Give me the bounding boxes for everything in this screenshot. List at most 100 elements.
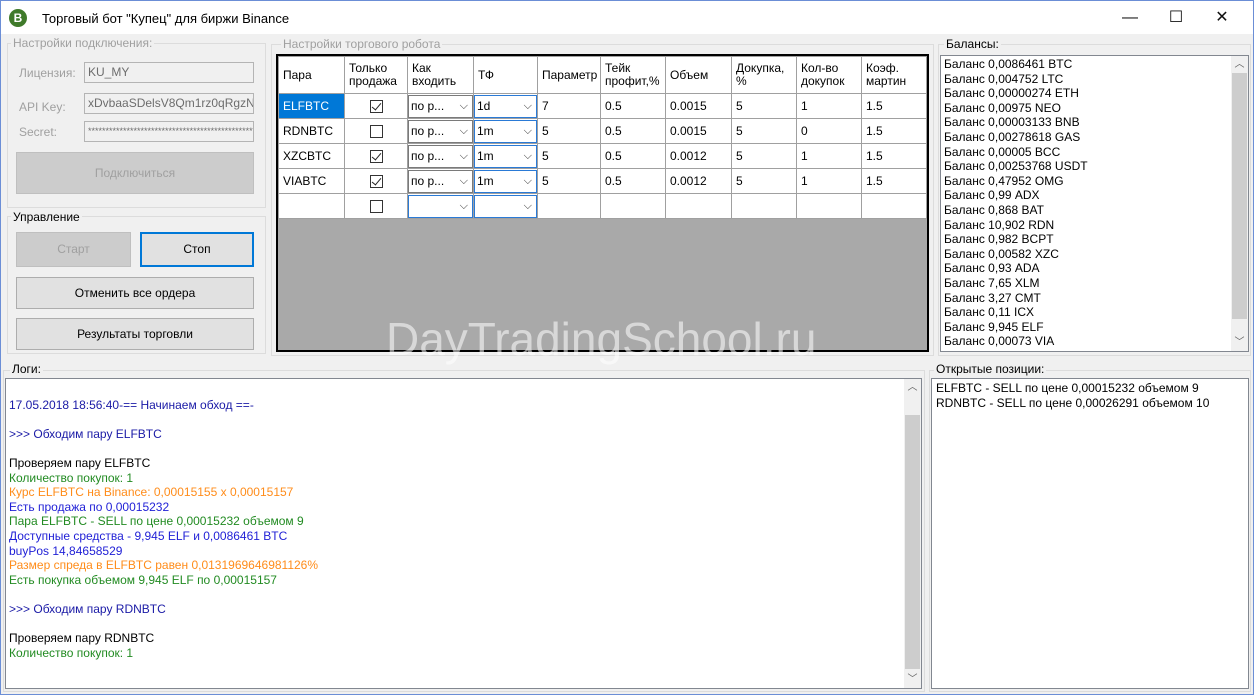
entry-mode-dropdown[interactable]: по р... ⌵ xyxy=(408,94,473,118)
cell-rebuy[interactable]: 5 xyxy=(731,143,797,169)
cell-volume[interactable]: 0.0012 xyxy=(665,143,732,169)
sell-only-checkbox[interactable] xyxy=(369,125,383,139)
cell-tf[interactable]: 1m ⌵ xyxy=(473,118,538,144)
cell-param[interactable] xyxy=(537,193,601,219)
list-item[interactable]: Баланс 0,982 BCPT xyxy=(941,232,1248,247)
table-row[interactable]: VIABTC по р... ⌵ 1m ⌵ 5 0.5 0.0012 5 1 1.5 xyxy=(278,168,927,194)
cell-volume[interactable]: 0.0015 xyxy=(665,118,732,144)
chevron-down-icon[interactable]: ⌵ xyxy=(460,121,468,142)
cell-rebuy-count[interactable] xyxy=(796,193,862,219)
scroll-down-arrow-icon[interactable]: ﹀ xyxy=(904,671,921,688)
list-item[interactable]: Баланс 0,00253768 USDT xyxy=(941,159,1248,174)
trading-results-button[interactable]: Результаты торговли xyxy=(16,318,254,350)
entry-mode-dropdown[interactable]: ⌵ xyxy=(408,194,473,218)
timeframe-dropdown[interactable]: 1m ⌵ xyxy=(474,119,537,143)
col-header-entry[interactable]: Как входить xyxy=(407,56,474,94)
cell-entry[interactable]: по р... ⌵ xyxy=(407,168,474,194)
list-item[interactable]: Баланс 0,0086461 BTC xyxy=(941,57,1248,72)
sell-only-checkbox[interactable] xyxy=(369,200,383,214)
close-button[interactable]: ✕ xyxy=(1199,1,1245,34)
chevron-down-icon[interactable]: ⌵ xyxy=(460,196,468,217)
list-item[interactable]: Баланс 7,65 XLM xyxy=(941,276,1248,291)
cell-take[interactable] xyxy=(600,193,666,219)
chevron-down-icon[interactable]: ⌵ xyxy=(524,146,532,167)
cell-take[interactable]: 0.5 xyxy=(600,118,666,144)
col-header-take-profit[interactable]: Тейк профит,% xyxy=(600,56,666,94)
maximize-button[interactable]: ☐ xyxy=(1153,1,1199,34)
col-header-volume[interactable]: Объем xyxy=(665,56,732,94)
cell-volume[interactable] xyxy=(665,193,732,219)
chevron-down-icon[interactable]: ⌵ xyxy=(524,121,532,142)
cell-volume[interactable]: 0.0015 xyxy=(665,93,732,119)
cell-pair[interactable]: ELFBTC xyxy=(278,93,345,119)
timeframe-dropdown[interactable]: 1d ⌵ xyxy=(474,94,537,118)
entry-mode-dropdown[interactable]: по р... ⌵ xyxy=(408,169,473,193)
list-item[interactable]: Баланс 0,11 ICX xyxy=(941,305,1248,320)
col-header-pair[interactable]: Пара xyxy=(278,56,345,94)
list-item[interactable]: Баланс 0,00073 VIA xyxy=(941,334,1248,349)
timeframe-dropdown[interactable]: ⌵ xyxy=(474,194,537,218)
list-item[interactable]: Баланс 0,004752 LTC xyxy=(941,72,1248,87)
cell-entry[interactable]: по р... ⌵ xyxy=(407,143,474,169)
cell-rebuy[interactable] xyxy=(731,193,797,219)
list-item[interactable]: Баланс 10,902 RDN xyxy=(941,218,1248,233)
entry-mode-dropdown[interactable]: по р... ⌵ xyxy=(408,119,473,143)
cell-martin[interactable]: 1.5 xyxy=(861,93,927,119)
cell-pair[interactable]: VIABTC xyxy=(278,168,345,194)
col-header-sell-only[interactable]: Только продажа xyxy=(344,56,408,94)
list-item[interactable]: Баланс 0,00975 NEO xyxy=(941,101,1248,116)
cell-rebuy-count[interactable]: 1 xyxy=(796,143,862,169)
list-item[interactable]: Баланс 0,00005 BCC xyxy=(941,145,1248,160)
cancel-orders-button[interactable]: Отменить все ордера xyxy=(16,277,254,309)
logs-scroll-thumb[interactable] xyxy=(905,415,920,669)
chevron-down-icon[interactable]: ⌵ xyxy=(460,96,468,117)
sell-only-checkbox[interactable] xyxy=(369,150,383,164)
cell-take[interactable]: 0.5 xyxy=(600,93,666,119)
logs-textbox[interactable]: 17.05.2018 18:56:40-== Начинаем обход ==… xyxy=(5,378,922,689)
cell-param[interactable]: 5 xyxy=(537,143,601,169)
cell-tf[interactable]: 1m ⌵ xyxy=(473,168,538,194)
cell-martin[interactable]: 1.5 xyxy=(861,118,927,144)
table-row[interactable]: RDNBTC по р... ⌵ 1m ⌵ 5 0.5 0.0015 5 0 1.5 xyxy=(278,118,927,144)
cell-pair[interactable]: RDNBTC xyxy=(278,118,345,144)
sell-only-checkbox[interactable] xyxy=(369,175,383,189)
timeframe-dropdown[interactable]: 1m ⌵ xyxy=(474,169,537,193)
cell-pair[interactable] xyxy=(278,193,345,219)
robot-settings-grid[interactable]: Пара Только продажа Как входить ТФ Парам… xyxy=(276,54,929,352)
col-header-martin[interactable]: Коэф. мартин xyxy=(861,56,927,94)
cell-take[interactable]: 0.5 xyxy=(600,168,666,194)
cell-tf[interactable]: ⌵ xyxy=(473,193,538,219)
list-item[interactable]: Баланс 3,27 CMT xyxy=(941,291,1248,306)
license-field[interactable]: KU_MY xyxy=(84,62,254,83)
cell-sell-only[interactable] xyxy=(344,168,408,194)
balances-scroll-thumb[interactable] xyxy=(1232,73,1247,319)
logs-scrollbar[interactable]: ︿ ﹀ xyxy=(904,379,921,688)
table-row[interactable]: ELFBTC по р... ⌵ 1d ⌵ 7 0.5 0.0015 5 1 1.5 xyxy=(278,93,927,119)
entry-mode-dropdown[interactable]: по р... ⌵ xyxy=(408,144,473,168)
balances-scrollbar[interactable]: ︿ ﹀ xyxy=(1231,56,1248,351)
cell-martin[interactable]: 1.5 xyxy=(861,168,927,194)
list-item[interactable]: Баланс 0,99 ADX xyxy=(941,188,1248,203)
connect-button[interactable]: Подключиться xyxy=(16,152,254,194)
scroll-down-arrow-icon[interactable]: ﹀ xyxy=(1231,334,1248,351)
col-header-param[interactable]: Параметр xyxy=(537,56,601,94)
cell-rebuy-count[interactable]: 1 xyxy=(796,168,862,194)
table-row[interactable]: ⌵ ⌵ xyxy=(278,193,927,219)
apikey-field[interactable]: xDvbaaSDelsV8Qm1rz0qRgzN xyxy=(84,93,254,114)
col-header-rebuy-count[interactable]: Кол-во докупок xyxy=(796,56,862,94)
cell-take[interactable]: 0.5 xyxy=(600,143,666,169)
cell-martin[interactable] xyxy=(861,193,927,219)
cell-entry[interactable]: ⌵ xyxy=(407,193,474,219)
list-item[interactable]: Баланс 0,868 BAT xyxy=(941,203,1248,218)
table-row[interactable]: XZCBTC по р... ⌵ 1m ⌵ 5 0.5 0.0012 5 1 1.5 xyxy=(278,143,927,169)
cell-param[interactable]: 7 xyxy=(537,93,601,119)
list-item[interactable]: Баланс 0,00003133 BNB xyxy=(941,115,1248,130)
stop-button[interactable]: Стоп xyxy=(140,232,254,267)
col-header-rebuy[interactable]: Докупка, % xyxy=(731,56,797,94)
cell-tf[interactable]: 1m ⌵ xyxy=(473,143,538,169)
sell-only-checkbox[interactable] xyxy=(369,100,383,114)
secret-field[interactable]: ****************************************… xyxy=(84,121,254,142)
cell-sell-only[interactable] xyxy=(344,143,408,169)
cell-param[interactable]: 5 xyxy=(537,118,601,144)
cell-rebuy[interactable]: 5 xyxy=(731,118,797,144)
